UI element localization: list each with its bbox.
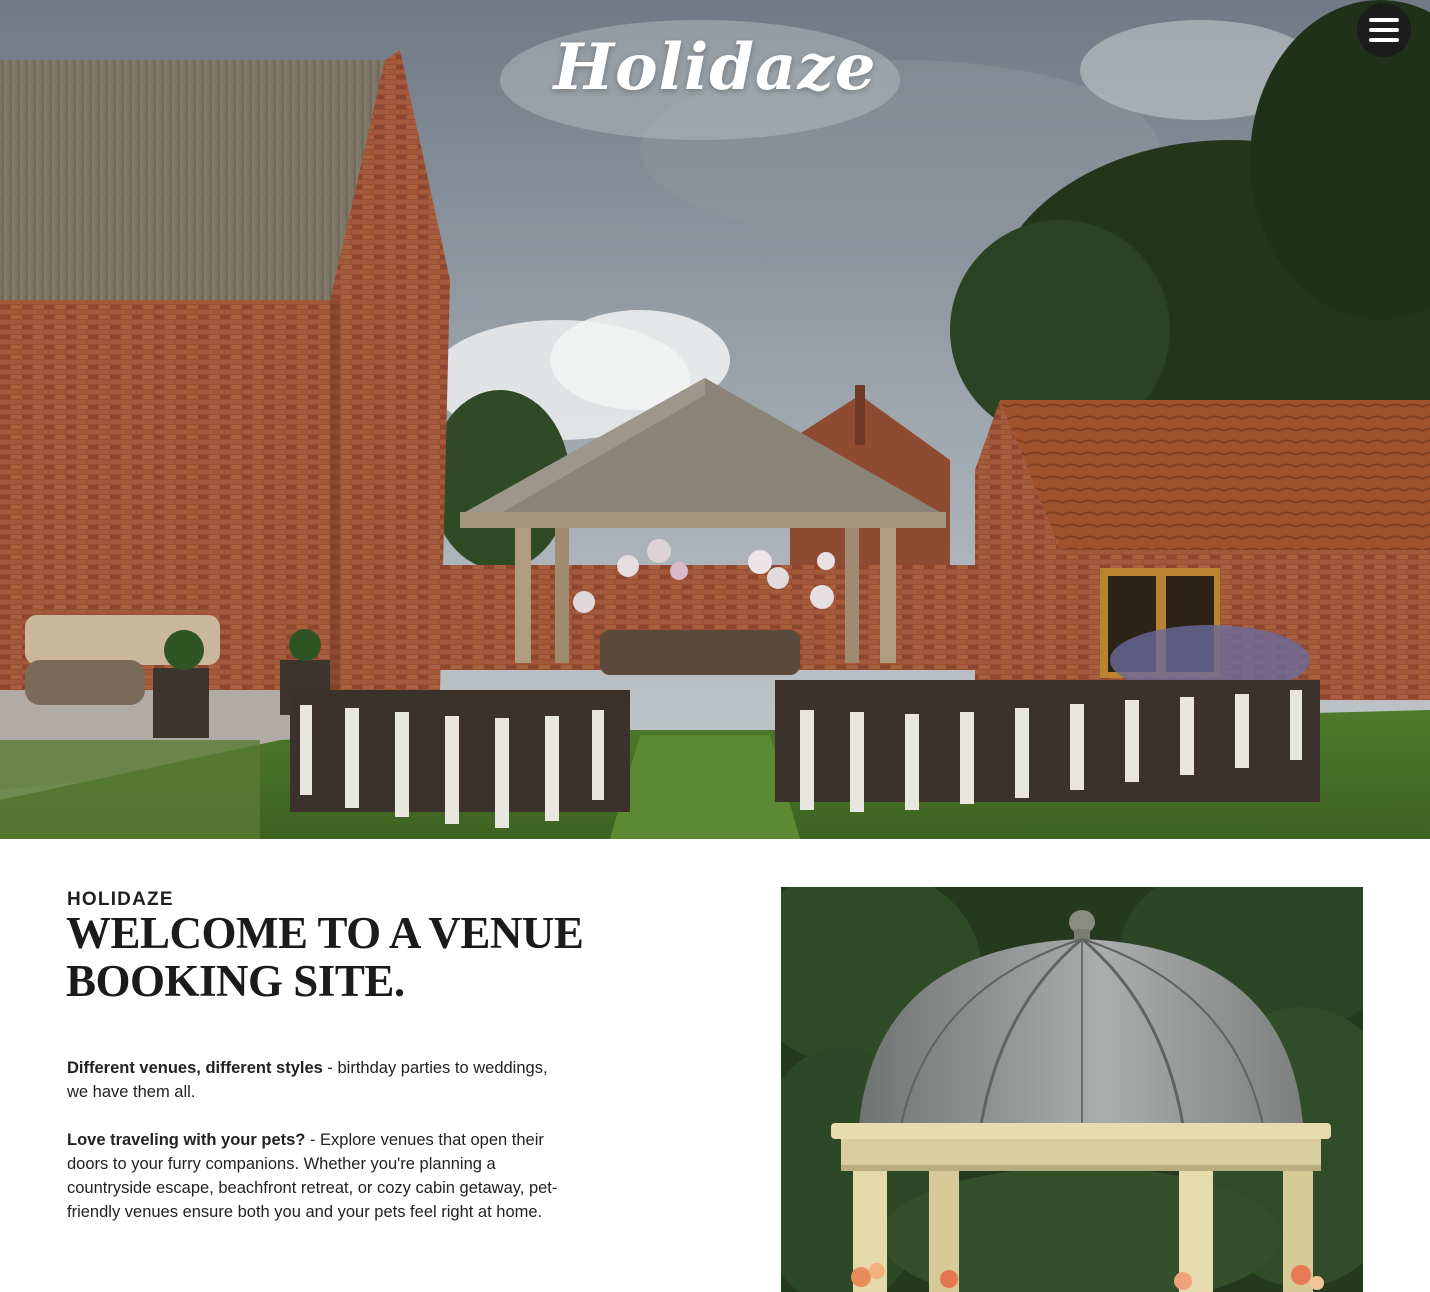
hamburger-menu-icon (1369, 18, 1399, 22)
paragraph-pets-bold: Love traveling with your pets? (67, 1131, 306, 1149)
site-logo[interactable]: Holidaze (0, 30, 1430, 105)
hero-banner: Holidaze (0, 0, 1430, 839)
hamburger-menu-button[interactable] (1357, 3, 1411, 57)
intro-paragraph-pets: Love traveling with your pets? - Explore… (67, 1128, 567, 1224)
intro-headline: WELCOME TO A VENUE BOOKING SITE. (66, 908, 584, 1006)
hero-image (0, 0, 1430, 839)
gazebo-image (781, 887, 1363, 1292)
intro-paragraph-venues: Different venues, different styles - bir… (67, 1056, 567, 1104)
intro-section: HOLIDAZE WELCOME TO A VENUE BOOKING SITE… (0, 839, 1430, 1292)
paragraph-venues-bold: Different venues, different styles (67, 1059, 323, 1077)
